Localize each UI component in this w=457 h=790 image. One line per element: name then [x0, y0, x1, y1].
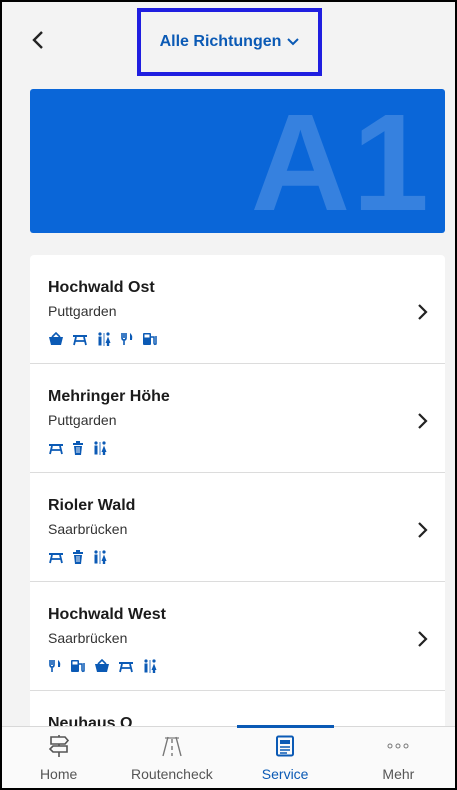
list-item[interactable]: Hochwald Ost Puttgarden	[30, 255, 445, 364]
tab-label: Routencheck	[131, 766, 213, 782]
chevron-right-icon	[418, 413, 428, 429]
tab-label: Home	[39, 766, 78, 782]
picnic-icon	[49, 553, 63, 564]
rest-area-city: Puttgarden	[48, 303, 117, 319]
kiosk-icon	[95, 659, 109, 672]
trash-icon	[73, 550, 83, 564]
chevron-right-icon	[418, 631, 428, 647]
restaurant-icon	[121, 333, 133, 345]
tab-home[interactable]: Home	[2, 727, 115, 788]
fuel-icon	[143, 333, 157, 346]
chevron-down-icon	[287, 38, 300, 46]
amenity-icons	[48, 658, 445, 674]
road-number: A1	[250, 89, 431, 233]
rest-area-list: Hochwald Ost Puttgarden Mehringer Höhe P…	[30, 255, 445, 735]
more-icon	[387, 743, 409, 749]
header: Alle Richtungen	[2, 2, 455, 80]
tab-routencheck[interactable]: Routencheck	[115, 727, 228, 788]
rest-area-city: Puttgarden	[48, 412, 117, 428]
back-button[interactable]	[24, 26, 52, 54]
amenity-icons	[48, 331, 445, 347]
tab-service[interactable]: Service	[229, 725, 342, 788]
chevron-right-icon	[418, 522, 428, 538]
signpost-icon	[48, 735, 69, 757]
tab-label: Service	[261, 766, 309, 782]
bottom-tab-bar: Home Routencheck Service Mehr	[2, 725, 455, 788]
list-item[interactable]: Hochwald West Saarbrücken	[30, 582, 445, 691]
road-icon	[162, 736, 182, 757]
app-frame: Alle Richtungen A1 Hochwald Ost Puttgard…	[0, 0, 457, 790]
wc-icon	[94, 550, 107, 564]
amenity-icons	[48, 440, 445, 456]
fuel-icon	[71, 660, 85, 673]
direction-label: Alle Richtungen	[159, 33, 282, 50]
wc-icon	[94, 441, 107, 455]
chevron-right-icon	[418, 304, 428, 320]
wc-icon	[98, 332, 111, 346]
trash-icon	[73, 441, 83, 455]
wc-icon	[144, 659, 157, 673]
rest-area-name: Hochwald West	[48, 606, 166, 623]
news-icon	[276, 735, 295, 757]
rest-area-name: Hochwald Ost	[48, 279, 155, 296]
direction-dropdown[interactable]: Alle Richtungen	[137, 8, 322, 76]
road-banner: A1	[30, 89, 445, 233]
rest-area-city: Saarbrücken	[48, 630, 128, 646]
tab-mehr[interactable]: Mehr	[342, 727, 455, 788]
chevron-left-icon	[32, 31, 43, 49]
tab-label: Mehr	[382, 766, 415, 782]
rest-area-name: Rioler Wald	[48, 497, 136, 514]
rest-area-city: Saarbrücken	[48, 521, 128, 537]
picnic-icon	[73, 335, 87, 346]
rest-area-name: Mehringer Höhe	[48, 388, 170, 405]
list-item[interactable]: Rioler Wald Saarbrücken	[30, 473, 445, 582]
picnic-icon	[119, 662, 133, 673]
restaurant-icon	[49, 660, 61, 672]
list-item[interactable]: Mehringer Höhe Puttgarden	[30, 364, 445, 473]
kiosk-icon	[49, 332, 63, 345]
picnic-icon	[49, 444, 63, 455]
amenity-icons	[48, 549, 445, 565]
